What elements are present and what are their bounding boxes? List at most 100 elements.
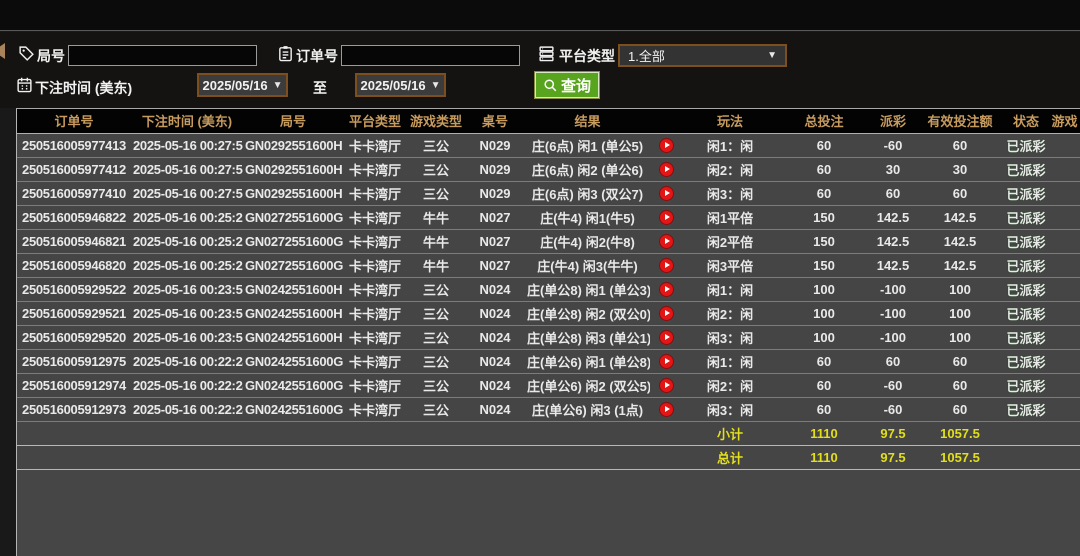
play-video-button[interactable] [658, 258, 674, 274]
cell-payout: 60 [885, 353, 901, 369]
cell-status: 已派彩 [1006, 306, 1046, 322]
play-video-button[interactable] [658, 162, 674, 178]
table-row[interactable]: 250516005912975 2025-05-16 00:22:24 GN0242… [17, 349, 1080, 373]
cell-extra [1048, 205, 1080, 229]
cell-status: 已派彩 [1006, 378, 1046, 394]
cell-payout: 142.5 [876, 257, 910, 273]
cell-valid-bet: 60 [952, 137, 968, 153]
cell-extra [1048, 373, 1080, 397]
cell-round-no: GN0292551600H [245, 161, 343, 177]
cell-table-no: N024 [479, 377, 511, 393]
play-video-button[interactable] [658, 378, 674, 394]
summary-label: 总计 [716, 450, 743, 466]
cell-bet-time: 2025-05-16 00:23:51 [133, 281, 243, 297]
table-row[interactable]: 250516005946822 2025-05-16 00:25:20 GN0272… [17, 205, 1080, 229]
table-row[interactable]: 250516005977410 2025-05-16 00:27:58 GN0292… [17, 181, 1080, 205]
column-header: 结果 [574, 114, 601, 130]
cell-extra [1048, 301, 1080, 325]
total-row: 总计 1110 97.5 1057.5 [17, 445, 1080, 469]
to-label: 至 [313, 80, 327, 96]
summary-payout: 97.5 [880, 449, 906, 465]
cell-game-type: 三公 [422, 354, 449, 370]
cell-platform: 卡卡湾厅 [348, 162, 401, 178]
table-row[interactable]: 250516005977412 2025-05-16 00:27:58 GN0292… [17, 157, 1080, 181]
collapse-arrow-icon[interactable] [0, 43, 5, 59]
order-no-input[interactable] [341, 45, 520, 66]
cell-game-type: 三公 [422, 378, 449, 394]
column-header: 玩法 [716, 114, 743, 130]
platform-icon [538, 45, 555, 62]
cell-total-bet: 60 [816, 353, 832, 369]
cell-result: 庄(单公8) 闲2 (双公0) [527, 306, 650, 322]
cell-order-no: 250516005912973 [22, 401, 126, 417]
play-video-button[interactable] [658, 234, 674, 250]
cell-play-method: 闲2：闲 [706, 306, 754, 322]
cell-payout: -60 [883, 401, 903, 417]
play-video-button[interactable] [658, 306, 674, 322]
cell-round-no: GN0242551600H [245, 281, 343, 297]
cell-game-type: 三公 [422, 402, 449, 418]
cell-table-no: N027 [479, 257, 511, 273]
date-to-picker[interactable]: 2025/05/16 ▼ [355, 73, 446, 97]
cell-table-no: N027 [479, 209, 511, 225]
cell-table-no: N029 [479, 161, 511, 177]
cell-play [650, 373, 682, 397]
query-button[interactable]: 查询 [533, 71, 601, 99]
play-video-button[interactable] [658, 330, 674, 346]
cell-status: 已派彩 [1006, 258, 1046, 274]
table-row[interactable]: 250516005946820 2025-05-16 00:25:20 GN0272… [17, 253, 1080, 277]
cell-round-no: GN0292551600H [245, 185, 343, 201]
cell-status: 已派彩 [1006, 234, 1046, 250]
cell-bet-time: 2025-05-16 00:23:51 [133, 329, 243, 345]
cell-round-no: GN0242551600G [245, 401, 343, 417]
cell-empty [1004, 445, 1048, 469]
cell-bet-time: 2025-05-16 00:22:24 [133, 401, 243, 417]
date-from-picker[interactable]: 2025/05/16 ▼ [197, 73, 288, 97]
cell-round-no: GN0272551600G [245, 257, 343, 273]
table-row[interactable]: 250516005977413 2025-05-16 00:27:58 GN0292… [17, 133, 1080, 157]
cell-game-type: 三公 [422, 138, 449, 154]
cell-total-bet: 60 [816, 161, 832, 177]
cell-order-no: 250516005929520 [22, 329, 126, 345]
play-video-button[interactable] [658, 210, 674, 226]
cell-result: 庄(单公6) 闲1 (单公8) [527, 354, 650, 370]
cell-platform: 卡卡湾厅 [348, 138, 401, 154]
cell-play-method: 闲1：闲 [706, 282, 754, 298]
cell-empty [131, 421, 243, 445]
orders-tbody: 250516005977413 2025-05-16 00:27:58 GN0292… [17, 133, 1080, 469]
cell-round-no: GN0272551600G [245, 209, 343, 225]
round-no-label: 局号 [37, 48, 65, 64]
cell-platform: 卡卡湾厅 [348, 354, 401, 370]
table-row[interactable]: 250516005912973 2025-05-16 00:22:24 GN0242… [17, 397, 1080, 421]
cell-play-method: 闲3平倍 [706, 258, 754, 274]
cell-play [650, 277, 682, 301]
play-video-button[interactable] [658, 282, 674, 298]
orders-table-panel: 订单号 下注时间 (美东) 局号 平台类型 游戏类型 桌号 结果 玩法 总投注 派彩 有效投注额 状态… [16, 108, 1080, 556]
cell-play-method: 闲3：闲 [706, 186, 754, 202]
table-row[interactable]: 250516005929520 2025-05-16 00:23:51 GN0242… [17, 325, 1080, 349]
table-row[interactable]: 250516005946821 2025-05-16 00:25:20 GN0272… [17, 229, 1080, 253]
orders-table: 订单号 下注时间 (美东) 局号 平台类型 游戏类型 桌号 结果 玩法 总投注 派彩 有效投注额 状态… [17, 109, 1080, 470]
play-video-button[interactable] [658, 354, 674, 370]
cell-game-type: 三公 [422, 186, 449, 202]
cell-empty [17, 445, 131, 469]
table-row[interactable]: 250516005929521 2025-05-16 00:23:51 GN0242… [17, 301, 1080, 325]
table-row[interactable]: 250516005929522 2025-05-16 00:23:51 GN0242… [17, 277, 1080, 301]
table-row[interactable]: 250516005912974 2025-05-16 00:22:24 GN0242… [17, 373, 1080, 397]
play-video-button[interactable] [658, 186, 674, 202]
cell-play [650, 157, 682, 181]
cell-play-method: 闲2平倍 [706, 234, 754, 250]
cell-platform: 卡卡湾厅 [348, 306, 401, 322]
cell-result: 庄(牛4) 闲1(牛5) [540, 210, 635, 226]
cell-status: 已派彩 [1006, 138, 1046, 154]
platform-type-select[interactable]: 1.全部 ▼ [618, 44, 787, 67]
round-no-input[interactable] [68, 45, 257, 66]
cell-total-bet: 60 [816, 401, 832, 417]
play-video-button[interactable] [658, 138, 674, 154]
play-video-button[interactable] [658, 402, 674, 418]
cell-valid-bet: 142.5 [943, 233, 977, 249]
cell-platform: 卡卡湾厅 [348, 282, 401, 298]
cell-total-bet: 100 [813, 305, 835, 321]
cell-order-no: 250516005912974 [22, 377, 126, 393]
cell-status: 已派彩 [1006, 162, 1046, 178]
